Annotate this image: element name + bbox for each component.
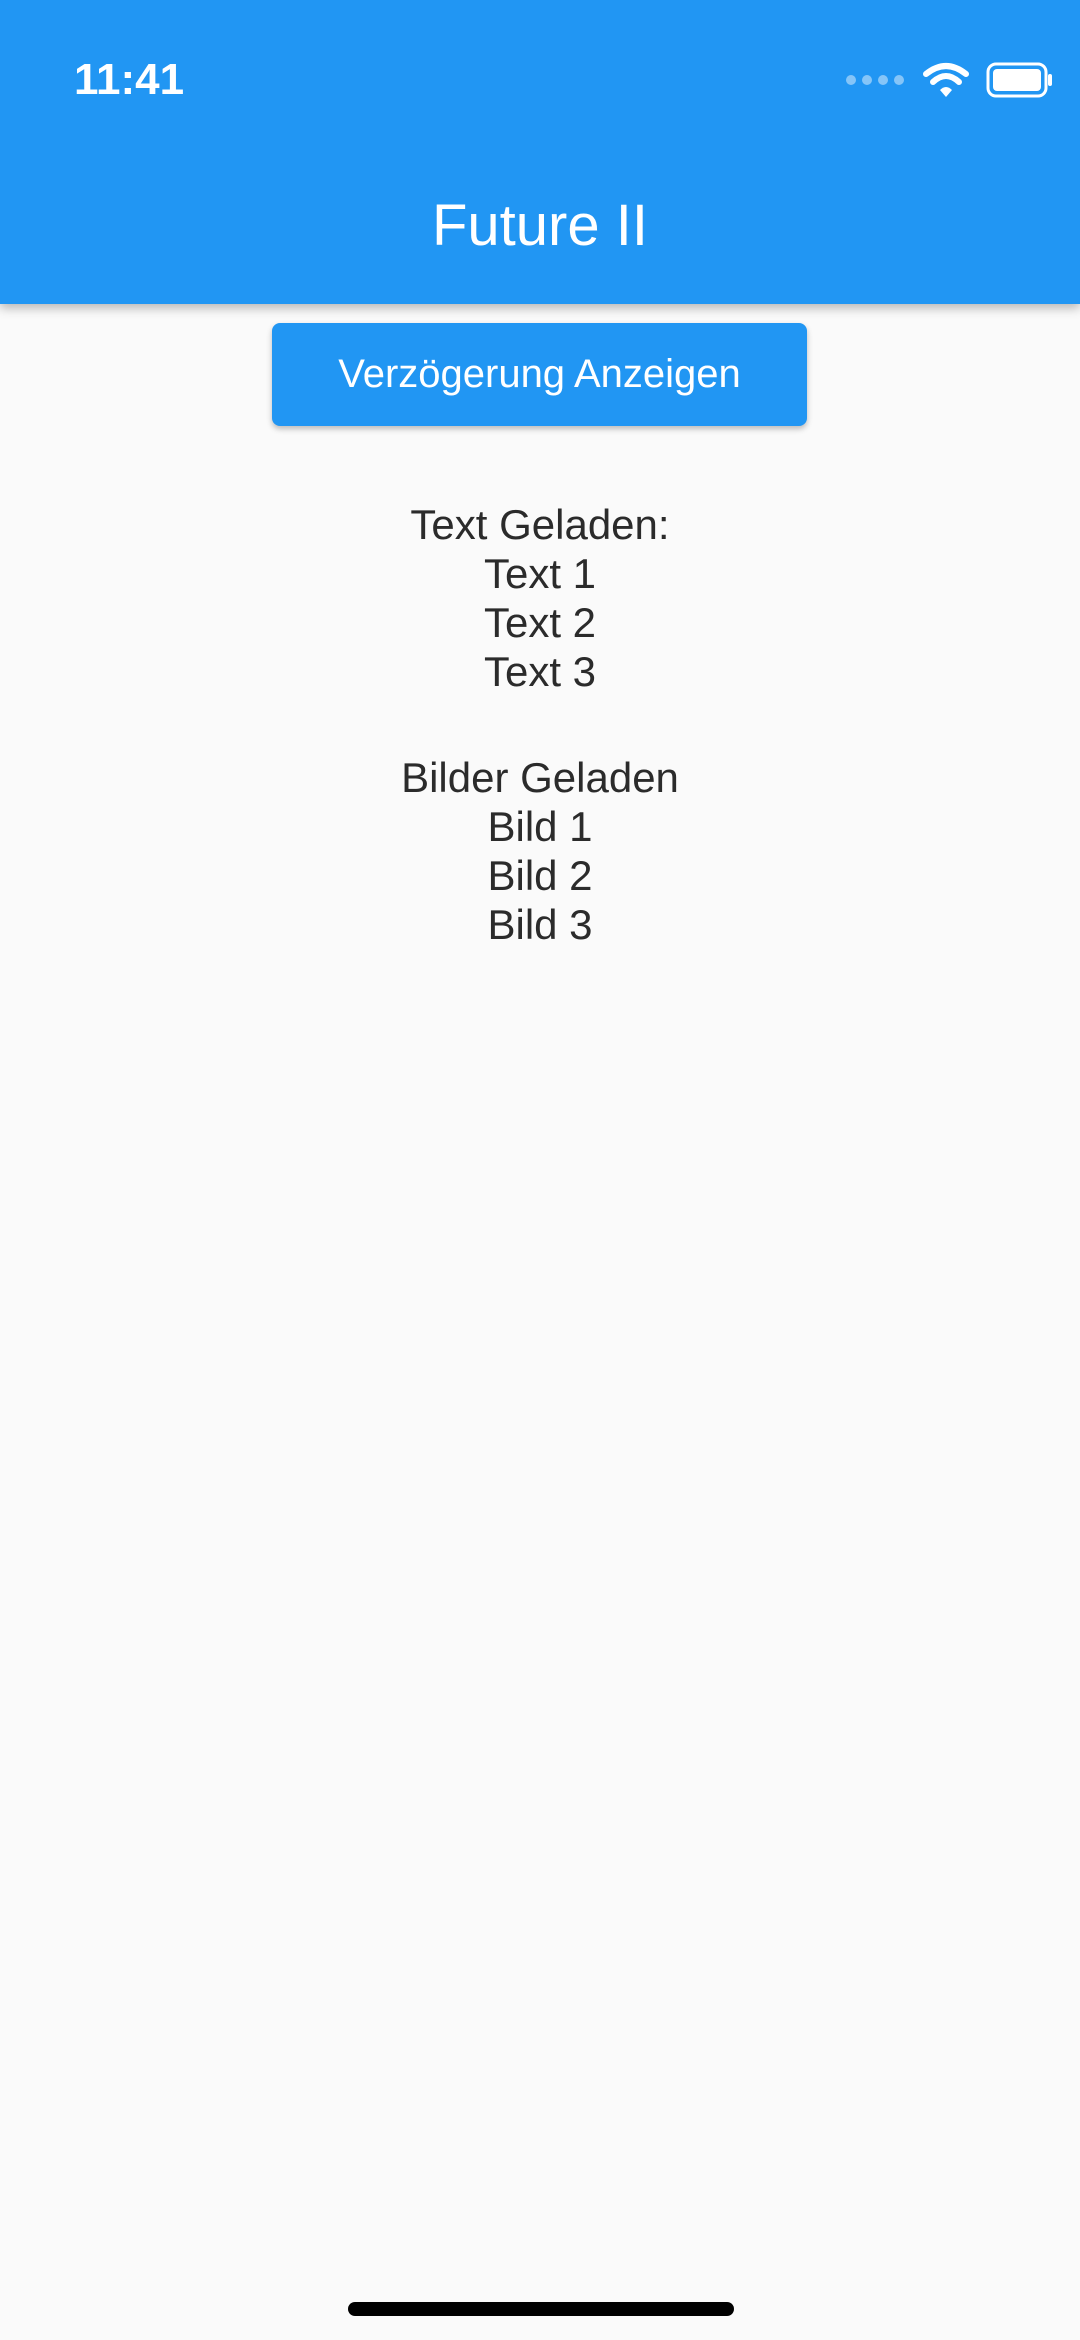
cellular-signal-icon [840, 75, 904, 85]
image-item: Bild 2 [487, 852, 593, 899]
text-item: Text 2 [483, 599, 597, 646]
images-loaded-section: Bilder Geladen Bild 1 Bild 2 Bild 3 [0, 753, 1080, 949]
images-loaded-heading: Bilder Geladen [401, 754, 679, 801]
show-delay-button[interactable]: Verzögerung Anzeigen [272, 323, 807, 426]
image-item: Bild 1 [487, 803, 593, 850]
image-item: Bild 3 [487, 901, 593, 948]
status-time: 11:41 [74, 55, 185, 104]
app-bar: 11:41 Future II [0, 0, 1080, 304]
home-indicator [348, 2302, 734, 2316]
battery-icon [986, 62, 1052, 98]
text-item: Text 1 [483, 550, 597, 597]
wifi-icon [923, 63, 969, 97]
text-loaded-heading: Text Geladen: [410, 501, 670, 548]
page-title: Future II [432, 193, 648, 258]
text-item: Text 3 [483, 648, 597, 695]
text-loaded-section: Text Geladen: Text 1 Text 2 Text 3 [0, 500, 1080, 696]
status-icons [840, 56, 1054, 104]
